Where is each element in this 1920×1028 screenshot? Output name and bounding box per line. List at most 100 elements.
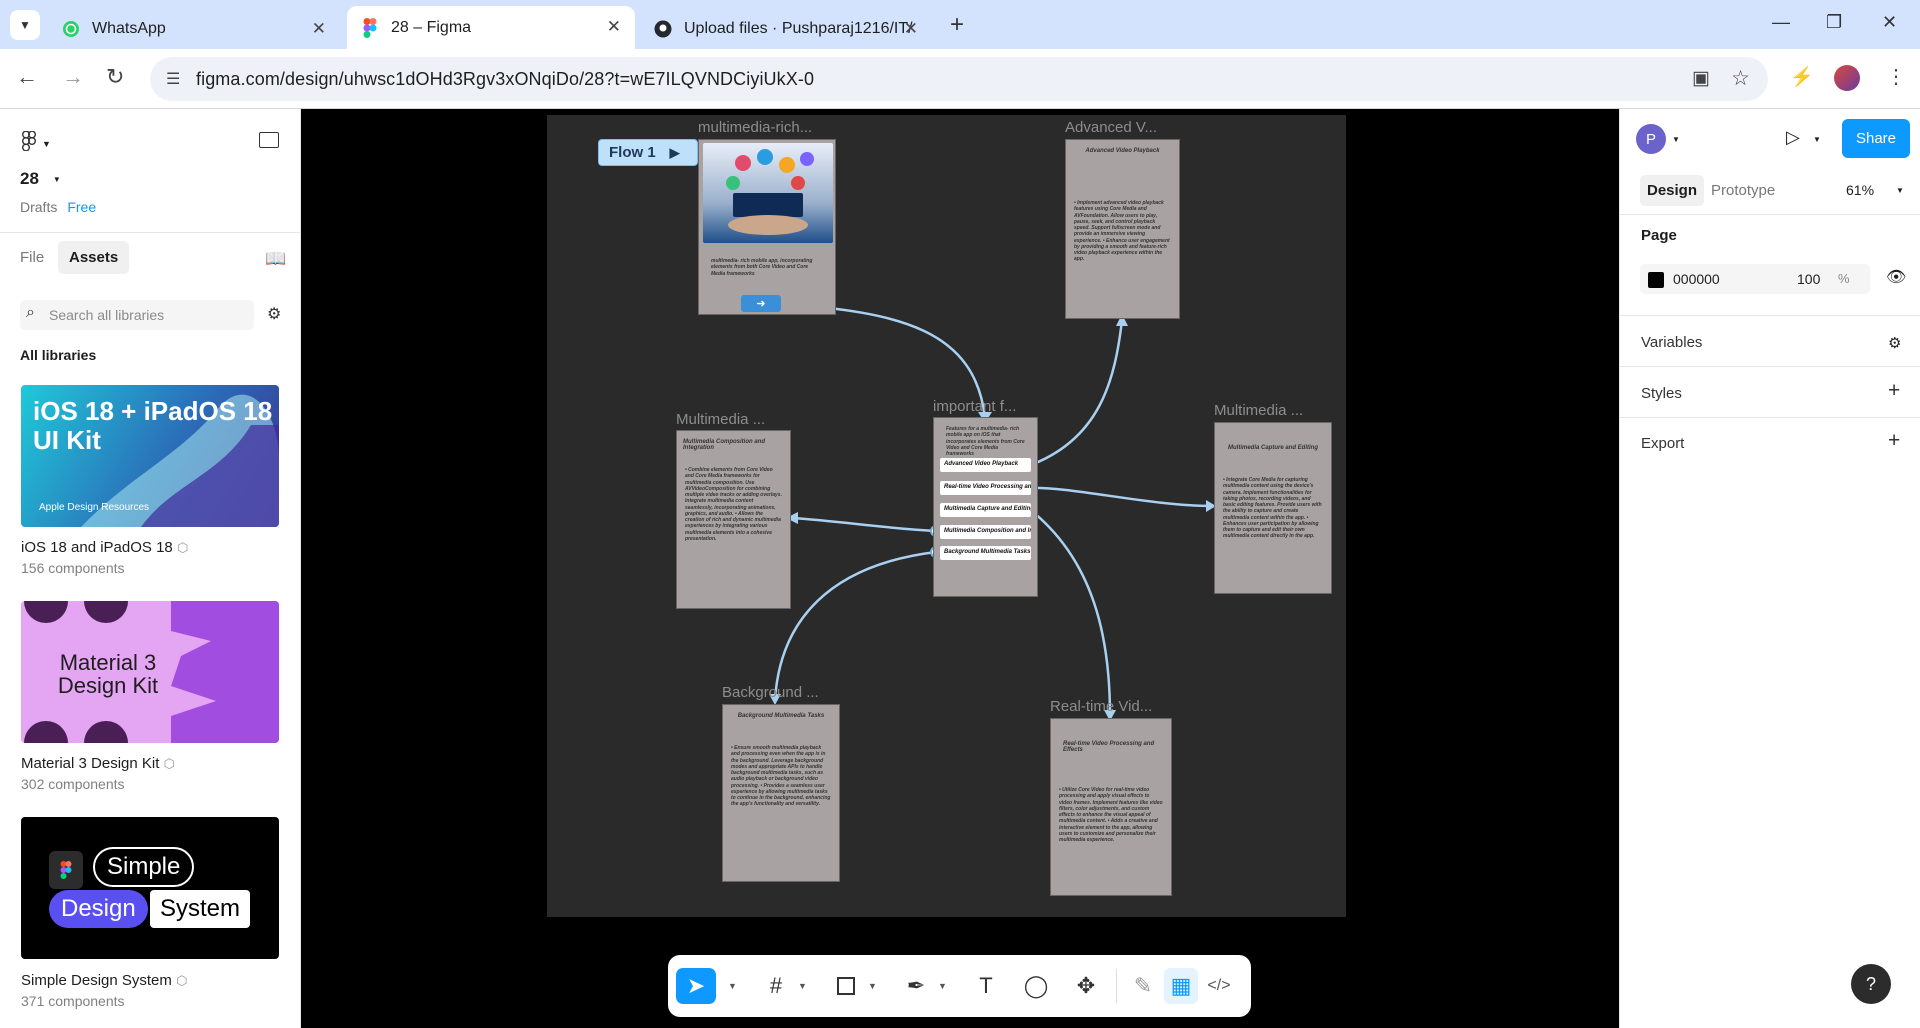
frame-advanced-video[interactable]: Advanced Video Playback • Implement adva… bbox=[1065, 139, 1180, 319]
frame-multimedia-composition[interactable]: Multimedia Composition and Integration •… bbox=[676, 430, 791, 609]
tab-figma[interactable]: 28 – Figma ✕ bbox=[347, 6, 635, 49]
frame-title[interactable]: Real-time Vid... bbox=[1050, 698, 1152, 715]
frame-background-tasks[interactable]: Background Multimedia Tasks • Ensure smo… bbox=[722, 704, 840, 882]
tab-search-button[interactable]: ▼ bbox=[10, 10, 40, 40]
frame-title[interactable]: Advanced V... bbox=[1065, 119, 1157, 136]
library-card-simple[interactable]: Simple Design System bbox=[21, 817, 279, 959]
frame-multimedia-rich[interactable]: multimedia- rich mobile app, incorporati… bbox=[698, 139, 836, 315]
dev-mode-toggle[interactable]: </> bbox=[1202, 968, 1236, 1004]
design-mode-toggle[interactable]: ▦ bbox=[1164, 968, 1198, 1004]
profile-avatar[interactable] bbox=[1834, 65, 1860, 91]
frame-title[interactable]: important f... bbox=[933, 398, 1016, 415]
card-word: Design bbox=[49, 890, 148, 928]
chevron-down-icon[interactable]: ▼ bbox=[868, 981, 877, 991]
tab-file[interactable]: File bbox=[20, 249, 44, 266]
add-style-icon[interactable]: + bbox=[1888, 379, 1900, 403]
site-settings-icon[interactable]: ☰ bbox=[166, 69, 180, 89]
extension-icon[interactable]: ⚡ bbox=[1790, 65, 1814, 89]
menu-item[interactable]: Real-time Video Processing and Effects bbox=[940, 481, 1031, 495]
frame-title[interactable]: Multimedia ... bbox=[1214, 402, 1303, 419]
page-action-icon[interactable]: ▣ bbox=[1692, 67, 1710, 90]
plan-badge[interactable]: Free bbox=[67, 199, 96, 215]
frame-important-features[interactable]: Features for a multimedia- rich mobile a… bbox=[933, 417, 1038, 597]
new-tab-button[interactable]: + bbox=[950, 11, 964, 39]
text-tool[interactable]: T bbox=[966, 968, 1006, 1004]
browser-menu-icon[interactable]: ⋮ bbox=[1886, 64, 1906, 89]
frame-real-time-video[interactable]: Real-time Video Processing and Effects •… bbox=[1050, 718, 1172, 896]
sidebar-toggle-icon[interactable] bbox=[259, 132, 279, 148]
drafts-link[interactable]: Drafts bbox=[20, 199, 57, 215]
frame-multimedia-capture[interactable]: Multimedia Capture and Editing • Integra… bbox=[1214, 422, 1332, 594]
reload-icon[interactable]: ↻ bbox=[106, 64, 124, 90]
play-flow-icon[interactable]: ▶ bbox=[670, 145, 680, 161]
add-export-icon[interactable]: + bbox=[1888, 429, 1900, 453]
library-card-subtitle: Apple Design Resources bbox=[39, 502, 150, 513]
color-swatch[interactable] bbox=[1648, 272, 1664, 288]
minimize-icon[interactable]: — bbox=[1772, 12, 1790, 33]
visibility-eye-icon[interactable]: 👁 bbox=[1886, 267, 1906, 287]
library-card-material[interactable]: Material 3 Design Kit bbox=[21, 601, 279, 743]
pen-tool[interactable]: ✒ bbox=[896, 968, 936, 1004]
url-text[interactable]: figma.com/design/uhwsc1dOHd3Rgv3xONqiDo/… bbox=[196, 69, 814, 90]
page-opacity-value[interactable]: 100 bbox=[1797, 271, 1820, 287]
styles-section[interactable]: Styles bbox=[1641, 385, 1682, 402]
menu-item[interactable]: Multimedia Composition and Integration bbox=[940, 525, 1031, 539]
draw-mode-toggle[interactable]: ✎ bbox=[1126, 968, 1160, 1004]
chevron-down-icon[interactable]: ▼ bbox=[938, 981, 947, 991]
chevron-down-icon[interactable]: ▼ bbox=[798, 981, 807, 991]
tab-github[interactable]: Upload files · Pushparaj1216/IT/ ✕ bbox=[640, 8, 932, 49]
file-name[interactable]: 28 ▼ bbox=[20, 169, 61, 189]
library-card-ios[interactable]: iOS 18 + iPadOS 18 UI Kit Apple Design R… bbox=[21, 385, 279, 527]
address-bar[interactable]: ☰ figma.com/design/uhwsc1dOHd3Rgv3xONqiD… bbox=[150, 57, 1768, 101]
move-tool[interactable]: ➤ bbox=[676, 968, 716, 1004]
frame-title[interactable]: multimedia-rich... bbox=[698, 119, 812, 136]
hero-phone-image bbox=[703, 143, 833, 243]
user-avatar[interactable]: P bbox=[1636, 124, 1666, 154]
rectangle-icon bbox=[837, 977, 855, 995]
chevron-down-icon[interactable]: ▼ bbox=[728, 981, 737, 991]
frame-title[interactable]: Multimedia ... bbox=[676, 411, 765, 428]
next-button[interactable]: ➜ bbox=[741, 295, 781, 312]
page-color-field[interactable]: 000000 100 % bbox=[1640, 264, 1870, 294]
tab-prototype[interactable]: Prototype bbox=[1711, 182, 1775, 199]
bookmark-star-icon[interactable]: ☆ bbox=[1731, 66, 1750, 91]
library-name[interactable]: Simple Design System ⬡ bbox=[21, 972, 187, 989]
flow-label[interactable]: Flow 1 ▶ bbox=[598, 139, 698, 166]
menu-item[interactable]: Background Multimedia Tasks bbox=[940, 546, 1031, 560]
forward-icon[interactable]: → bbox=[62, 64, 84, 90]
menu-item[interactable]: Advanced Video Playback bbox=[940, 458, 1031, 472]
filter-icon[interactable]: ⚙ bbox=[267, 304, 281, 324]
close-icon[interactable]: ✕ bbox=[904, 19, 918, 39]
back-icon[interactable]: ← bbox=[16, 64, 38, 90]
help-button[interactable]: ? bbox=[1851, 964, 1891, 1004]
close-icon[interactable]: ✕ bbox=[312, 19, 326, 39]
variables-settings-icon[interactable]: ⚙ bbox=[1888, 334, 1901, 352]
actions-tool[interactable]: ✥ bbox=[1066, 968, 1106, 1004]
page-color-value[interactable]: 000000 bbox=[1673, 271, 1720, 287]
frame-tool[interactable]: # bbox=[756, 968, 796, 1004]
tab-design[interactable]: Design bbox=[1640, 175, 1705, 206]
comment-tool[interactable]: ◯ bbox=[1016, 968, 1056, 1004]
main-menu-button[interactable]: ▼ bbox=[22, 130, 51, 156]
chevron-down-icon[interactable]: ▼ bbox=[1672, 135, 1680, 144]
shape-tool[interactable] bbox=[826, 968, 866, 1004]
variables-section[interactable]: Variables bbox=[1641, 334, 1702, 351]
present-play-icon[interactable]: ▷ bbox=[1786, 127, 1800, 148]
search-input[interactable]: ⌕ Search all libraries bbox=[20, 300, 254, 330]
menu-item[interactable]: Multimedia Capture and Editing bbox=[940, 503, 1031, 517]
tab-whatsapp[interactable]: WhatsApp ✕ bbox=[48, 8, 340, 49]
chevron-down-icon[interactable]: ▼ bbox=[1896, 186, 1904, 195]
export-section[interactable]: Export bbox=[1641, 435, 1684, 452]
close-icon[interactable]: ✕ bbox=[607, 17, 621, 37]
chevron-down-icon[interactable]: ▼ bbox=[1813, 135, 1821, 144]
restore-icon[interactable]: ❐ bbox=[1826, 12, 1842, 33]
library-book-icon[interactable]: 📖 bbox=[265, 249, 286, 269]
zoom-level[interactable]: 61% bbox=[1846, 182, 1874, 198]
window-close-icon[interactable]: ✕ bbox=[1882, 12, 1897, 33]
frame-title[interactable]: Background ... bbox=[722, 684, 819, 701]
tab-assets[interactable]: Assets bbox=[58, 241, 130, 274]
share-button[interactable]: Share bbox=[1842, 119, 1910, 158]
library-name[interactable]: iOS 18 and iPadOS 18 ⬡ bbox=[21, 539, 188, 556]
library-name[interactable]: Material 3 Design Kit ⬡ bbox=[21, 755, 175, 772]
library-count: 302 components bbox=[21, 776, 125, 792]
